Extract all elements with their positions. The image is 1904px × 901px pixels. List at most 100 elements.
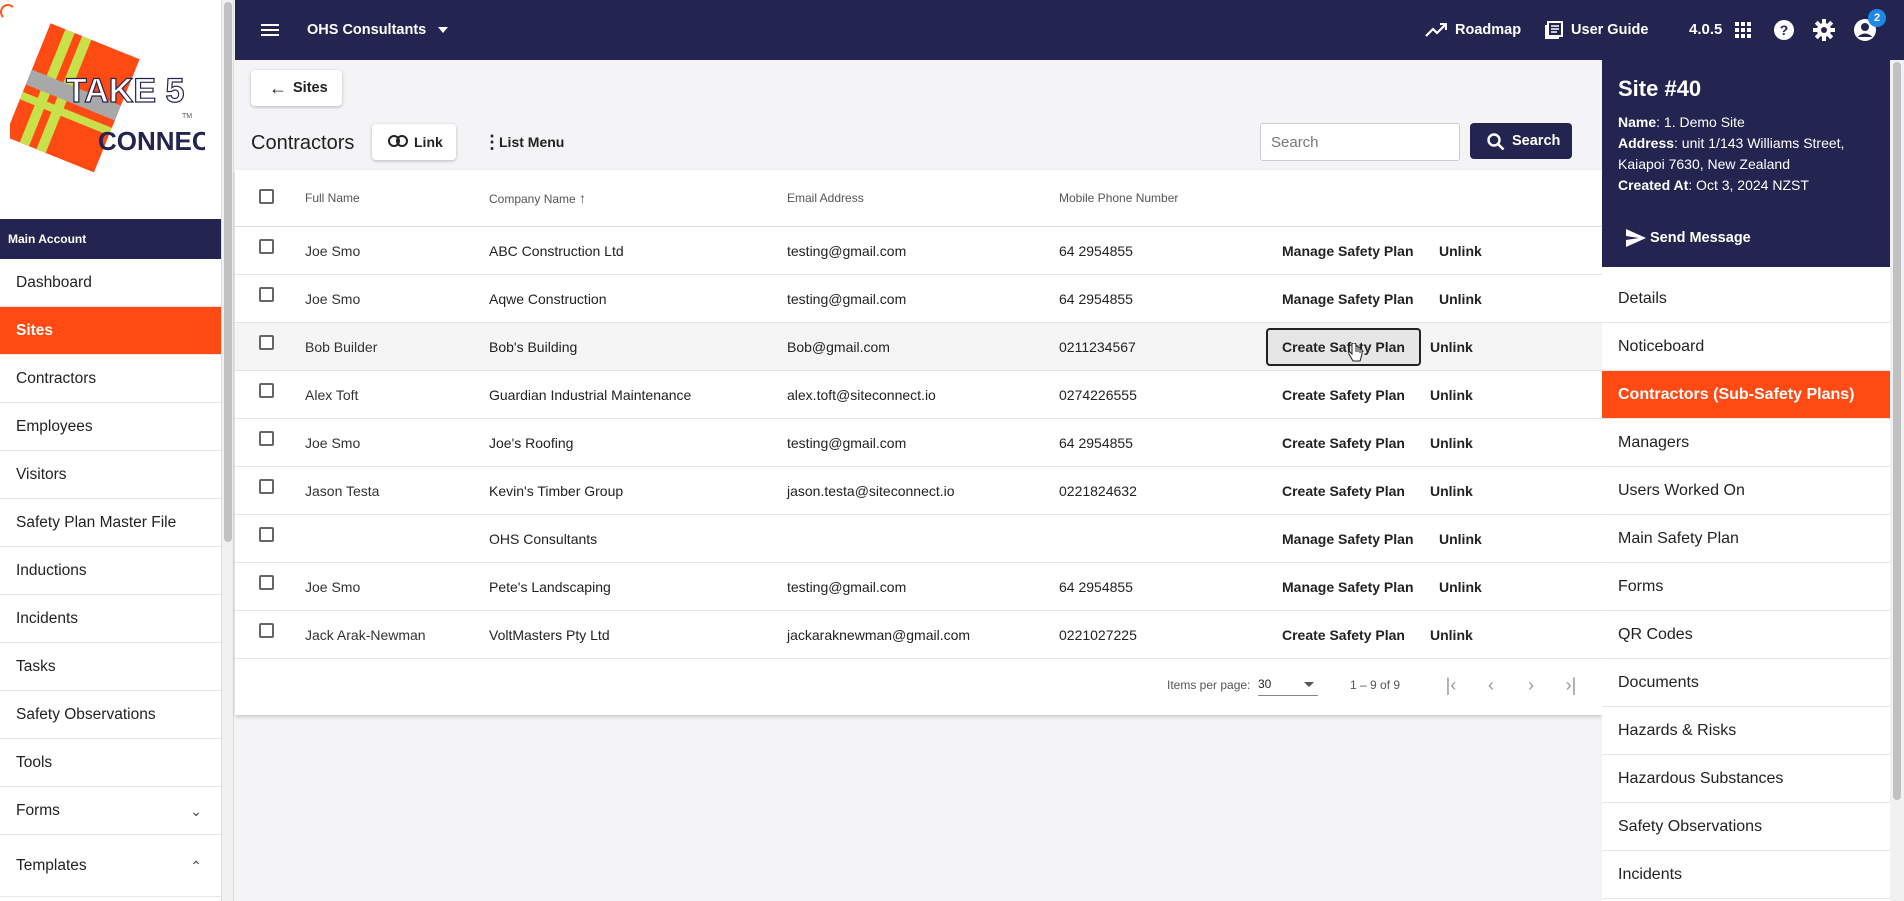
first-page-icon[interactable]: |‹ (1441, 674, 1461, 696)
unlink-button[interactable]: Unlink (1439, 563, 1482, 611)
sidebar-item-contractors[interactable]: Contractors (0, 355, 221, 403)
site-menu-users-worked-on[interactable]: Users Worked On (1602, 467, 1890, 515)
cell-company: Guardian Industrial Maintenance (489, 387, 692, 403)
site-menu-forms[interactable]: Forms (1602, 563, 1890, 611)
back-to-sites-button[interactable]: ← Sites (251, 70, 342, 106)
roadmap-link[interactable]: Roadmap (1425, 0, 1521, 60)
site-menu-hazards-risks[interactable]: Hazards & Risks (1602, 707, 1890, 755)
chevron-down-icon: ⌄ (190, 803, 202, 819)
take5-connect-logo[interactable]: TAKE 5 CONNECT TM (4, 18, 221, 173)
list-menu-button[interactable]: ⋮ List Menu (473, 124, 564, 160)
menu-icon[interactable] (261, 0, 283, 60)
unlink-button[interactable]: Unlink (1430, 323, 1473, 371)
column-full-name[interactable]: Full Name (305, 170, 360, 227)
cell-company: Bob's Building (489, 339, 578, 355)
book-icon (1545, 21, 1563, 40)
sidebar-item-inductions[interactable]: Inductions (0, 547, 221, 595)
create-safety-plan-button[interactable]: Create Safety Plan (1282, 611, 1405, 659)
sidebar-item-templates[interactable]: Templates ⌃ (0, 835, 221, 897)
user-guide-link[interactable]: User Guide (1545, 0, 1648, 60)
column-company-name[interactable]: Company Name ↑ (489, 170, 586, 227)
sidebar-item-employees[interactable]: Employees (0, 403, 221, 451)
help-icon[interactable]: ? (1773, 0, 1795, 60)
row-checkbox[interactable] (259, 239, 274, 254)
site-menu-incidents[interactable]: Incidents (1602, 851, 1890, 899)
sidebar-item-safety-plan-master-file[interactable]: Safety Plan Master File (0, 499, 221, 547)
sidebar-item-incidents[interactable]: Incidents (0, 595, 221, 643)
sidebar-scrollbar-thumb[interactable] (224, 2, 232, 542)
unlink-button[interactable]: Unlink (1430, 467, 1473, 515)
site-menu-safety-observations[interactable]: Safety Observations (1602, 803, 1890, 851)
column-email[interactable]: Email Address (787, 170, 864, 227)
account-icon[interactable]: 2 (1853, 0, 1886, 60)
row-checkbox[interactable] (259, 623, 274, 638)
row-checkbox[interactable] (259, 479, 274, 494)
site-address: Address: unit 1/143 Williams Street, Kai… (1618, 135, 1845, 172)
sidebar-scrollbar[interactable] (222, 0, 234, 901)
site-panel-scrollbar[interactable] (1890, 60, 1904, 901)
unlink-button[interactable]: Unlink (1430, 419, 1473, 467)
apps-grid-icon[interactable] (1735, 0, 1751, 60)
create-safety-plan-button[interactable]: Create Safety Plan (1282, 419, 1405, 467)
unlink-button[interactable]: Unlink (1430, 611, 1473, 659)
site-info-card: Site #40 Name: 1. Demo Site Address: uni… (1602, 60, 1890, 267)
sidebar-nav: Dashboard Sites Contractors Employees Vi… (0, 259, 221, 897)
create-safety-plan-button[interactable]: Create Safety Plan (1282, 371, 1405, 419)
search-input[interactable] (1260, 123, 1460, 161)
last-page-icon[interactable]: ›| (1561, 674, 1581, 696)
unlink-button[interactable]: Unlink (1439, 515, 1482, 563)
site-menu-main-safety-plan[interactable]: Main Safety Plan (1602, 515, 1890, 563)
items-per-page-select[interactable]: 30 (1258, 672, 1318, 696)
next-page-icon[interactable]: › (1521, 674, 1541, 696)
column-phone[interactable]: Mobile Phone Number (1059, 170, 1178, 227)
row-checkbox[interactable] (259, 431, 274, 446)
row-checkbox[interactable] (259, 383, 274, 398)
cell-company: Kevin's Timber Group (489, 483, 624, 499)
row-checkbox[interactable] (259, 527, 274, 542)
site-menu-documents[interactable]: Documents (1602, 659, 1890, 707)
site-menu-managers[interactable]: Managers (1602, 419, 1890, 467)
sidebar-item-tools[interactable]: Tools (0, 739, 221, 787)
site-menu-hazardous-substances[interactable]: Hazardous Substances (1602, 755, 1890, 803)
site-panel-scrollbar-thumb[interactable] (1893, 62, 1901, 800)
unlink-button[interactable]: Unlink (1439, 227, 1482, 275)
row-checkbox[interactable] (259, 287, 274, 302)
site-menu-details[interactable]: Details (1602, 275, 1890, 323)
previous-page-icon[interactable]: ‹ (1481, 674, 1501, 696)
send-icon (1626, 229, 1646, 247)
select-all-checkbox[interactable] (259, 189, 274, 204)
column-company-name-label: Company Name (489, 192, 576, 206)
cell-email: alex.toft@siteconnect.io (787, 387, 936, 403)
sidebar-item-safety-observations[interactable]: Safety Observations (0, 691, 221, 739)
cell-company: VoltMasters Pty Ltd (489, 627, 610, 643)
link-button[interactable]: Link (372, 124, 456, 160)
manage-safety-plan-button[interactable]: Manage Safety Plan (1282, 563, 1414, 611)
cell-company: ABC Construction Ltd (489, 243, 624, 259)
site-menu-qr-codes[interactable]: QR Codes (1602, 611, 1890, 659)
create-safety-plan-button[interactable]: Create Safety Plan (1282, 467, 1405, 515)
site-menu-noticeboard[interactable]: Noticeboard (1602, 323, 1890, 371)
manage-safety-plan-button[interactable]: Manage Safety Plan (1282, 515, 1414, 563)
manage-safety-plan-button[interactable]: Manage Safety Plan (1282, 275, 1414, 323)
row-checkbox[interactable] (259, 575, 274, 590)
account-switcher[interactable]: OHS Consultants (307, 0, 449, 60)
sort-arrow-up-icon: ↑ (579, 190, 587, 206)
manage-safety-plan-button[interactable]: Manage Safety Plan (1282, 227, 1414, 275)
sidebar-item-tasks[interactable]: Tasks (0, 643, 221, 691)
sidebar-item-forms[interactable]: Forms ⌄ (0, 787, 221, 835)
sidebar-item-dashboard[interactable]: Dashboard (0, 259, 221, 307)
site-menu-contractors[interactable]: Contractors (Sub-Safety Plans) (1602, 371, 1890, 419)
row-checkbox[interactable] (259, 335, 274, 350)
cell-email: jason.testa@siteconnect.io (787, 483, 955, 499)
unlink-button[interactable]: Unlink (1430, 371, 1473, 419)
unlink-button[interactable]: Unlink (1439, 275, 1482, 323)
cell-phone: 0221027225 (1059, 627, 1137, 643)
sidebar-item-visitors[interactable]: Visitors (0, 451, 221, 499)
sidebar-item-sites[interactable]: Sites (0, 307, 221, 355)
search-button[interactable]: Search (1470, 123, 1572, 159)
items-per-page-value: 30 (1258, 677, 1272, 691)
send-message-button[interactable]: Send Message (1626, 228, 1751, 248)
settings-gear-icon[interactable] (1813, 0, 1835, 60)
create-safety-plan-button[interactable]: Create Safety Plan (1266, 328, 1421, 366)
cell-phone: 64 2954855 (1059, 579, 1133, 595)
